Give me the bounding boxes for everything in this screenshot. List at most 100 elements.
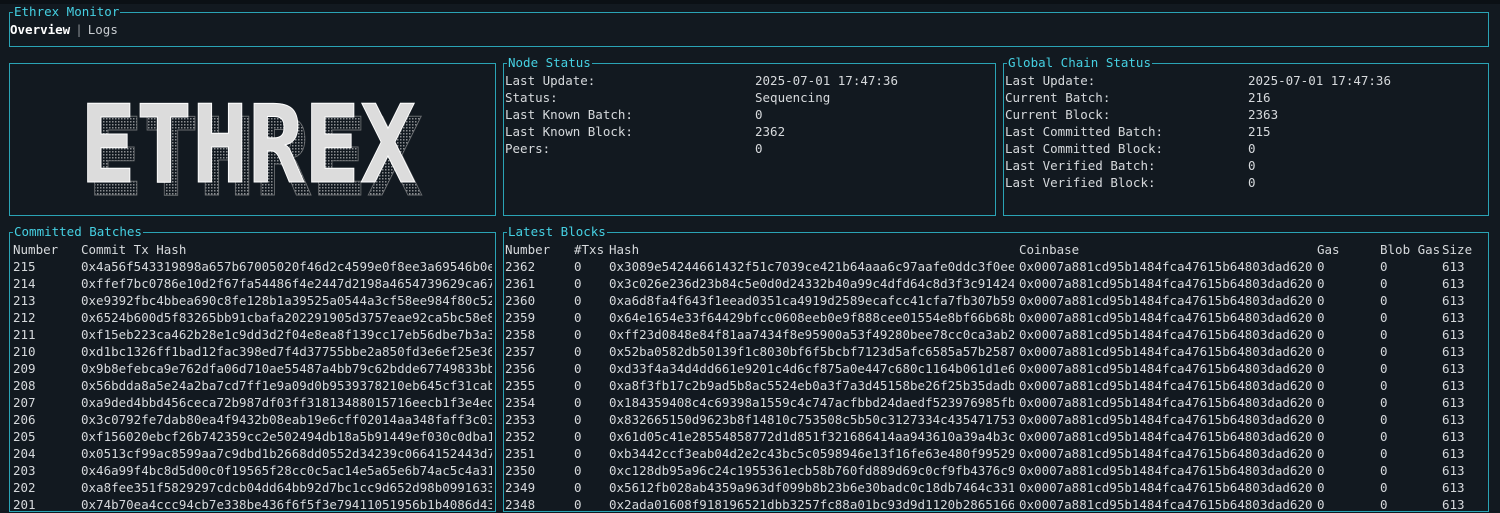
column-header-hash: Hash	[609, 242, 640, 257]
node-status-title: Node Status	[507, 55, 592, 71]
commit-tx-hash: 0xd1bc1326ff1bad12fac398ed7f4d37755bbe2a…	[81, 344, 492, 359]
table-row: 2353 0 0x832665150d9623b8f14810c753508c5b5…	[504, 411, 1488, 428]
batch-number: 201	[13, 497, 36, 512]
block-hash: 0xa6d8fa4f643f1eead0351ca4919d2589ecafcc…	[609, 293, 1014, 308]
block-blob-gas: 0	[1380, 480, 1388, 495]
block-number: 2359	[505, 310, 536, 325]
block-blob-gas: 0	[1380, 497, 1388, 512]
block-coinbase: 0x0007a881cd95b1484fca47615b64803dad620c…	[1019, 327, 1313, 342]
block-hash: 0xa8f3fb17c2b9ad5b8ac5524eb0a3f7a3d45158…	[609, 378, 1014, 393]
block-number: 2353	[505, 412, 536, 427]
block-gas: 0	[1317, 310, 1325, 325]
block-hash: 0x52ba0582db50139f1c8030bf6f5bcbf7123d5a…	[609, 344, 1014, 359]
table-row: 2357 0 0x52ba0582db50139f1c8030bf6f5bcbf71…	[504, 343, 1488, 360]
block-number: 2360	[505, 293, 536, 308]
block-hash: 0x3c026e236d23b84c5e0d0d24332b40a99c4dfd…	[609, 276, 1014, 291]
status-label: Last Known Block:	[505, 124, 633, 139]
status-label: Last Known Batch:	[505, 107, 633, 122]
batch-number: 210	[13, 344, 36, 359]
committed-batches-header: Number Commit Tx Hash	[10, 241, 495, 258]
column-header-size: Size	[1442, 242, 1473, 257]
batch-number: 209	[13, 361, 36, 376]
table-row: 201 0x74b70ea4ccc94cb7e338be436f6f5f3e794…	[10, 496, 495, 513]
commit-tx-hash: 0x56bdda8a5e24a2ba7cd7ff1e9a09d0b9539378…	[81, 378, 492, 393]
block-size: 613	[1442, 259, 1465, 274]
commit-tx-hash: 0x74b70ea4ccc94cb7e338be436f6f5f3e794110…	[81, 497, 492, 512]
header-panel: Ethrex Monitor	[9, 4, 1489, 47]
status-row: Current Batch: 216	[1004, 89, 1488, 106]
block-tx-count: 0	[574, 480, 582, 495]
block-blob-gas: 0	[1380, 310, 1388, 325]
status-value: 0	[1248, 158, 1256, 173]
block-number: 2358	[505, 327, 536, 342]
tab-logs[interactable]: Logs	[88, 22, 118, 37]
block-gas: 0	[1317, 378, 1325, 393]
block-blob-gas: 0	[1380, 412, 1388, 427]
block-coinbase: 0x0007a881cd95b1484fca47615b64803dad620c…	[1019, 395, 1313, 410]
block-blob-gas: 0	[1380, 463, 1388, 478]
table-row: 209 0x9b8efebca9e762dfa06d710ae55487a4bb7…	[10, 360, 495, 377]
status-label: Status:	[505, 90, 558, 105]
logo-text: ETHREX	[80, 83, 416, 208]
node-status-panel: Node Status Last Update: 2025-07-01 17:47…	[503, 55, 996, 216]
block-number: 2351	[505, 446, 536, 461]
latest-blocks-panel: Latest Blocks Number #Txs Hash Coinbase …	[503, 224, 1489, 512]
block-tx-count: 0	[574, 259, 582, 274]
block-hash: 0x3089e54244661432f51c7039ce421b64aaa6c9…	[609, 259, 1014, 274]
block-tx-count: 0	[574, 327, 582, 342]
block-hash: 0xff23d0848e84f81aa7434f8e95900a53f49280…	[609, 327, 1014, 342]
tab-overview[interactable]: Overview	[10, 22, 70, 37]
block-gas: 0	[1317, 327, 1325, 342]
block-size: 613	[1442, 446, 1465, 461]
table-row: 213 0xe9392fbc4bbea690c8fe128b1a39525a054…	[10, 292, 495, 309]
commit-tx-hash: 0x3c0792fe7dab80ea4f9432b08eab19e6cff020…	[81, 412, 492, 427]
block-gas: 0	[1317, 259, 1325, 274]
block-number: 2350	[505, 463, 536, 478]
block-gas: 0	[1317, 276, 1325, 291]
block-number: 2356	[505, 361, 536, 376]
table-row: 208 0x56bdda8a5e24a2ba7cd7ff1e9a09d0b9539…	[10, 377, 495, 394]
block-blob-gas: 0	[1380, 361, 1388, 376]
block-hash: 0xc128db95a96c24c1955361ecb58b760fd889d6…	[609, 463, 1014, 478]
status-row: Last Committed Block: 0	[1004, 140, 1488, 157]
status-value: 2025-07-01 17:47:36	[755, 73, 898, 88]
table-row: 2361 0 0x3c026e236d23b84c5e0d0d24332b40a99…	[504, 275, 1488, 292]
committed-batches-title: Committed Batches	[13, 224, 143, 240]
column-header-number: Number	[505, 242, 551, 257]
batch-number: 207	[13, 395, 36, 410]
commit-tx-hash: 0xf156020ebcf26b742359cc2e502494db18a5b9…	[81, 429, 492, 444]
tab-separator: |	[75, 22, 83, 37]
block-size: 613	[1442, 361, 1465, 376]
status-value: 2362	[755, 124, 786, 139]
block-coinbase: 0x0007a881cd95b1484fca47615b64803dad620c…	[1019, 361, 1313, 376]
block-gas: 0	[1317, 344, 1325, 359]
block-coinbase: 0x0007a881cd95b1484fca47615b64803dad620c…	[1019, 463, 1313, 478]
block-tx-count: 0	[574, 293, 582, 308]
table-row: 207 0xa9ded4bbd456ceca72b987df03ff3181348…	[10, 394, 495, 411]
status-label: Current Block:	[1005, 107, 1111, 122]
block-tx-count: 0	[574, 344, 582, 359]
column-header-coinbase: Coinbase	[1019, 242, 1080, 257]
status-label: Last Update:	[505, 73, 596, 88]
block-gas: 0	[1317, 463, 1325, 478]
table-row: 2354 0 0x184359408c4c69398a1559c4c747acfbb…	[504, 394, 1488, 411]
table-row: 205 0xf156020ebcf26b742359cc2e502494db18a…	[10, 428, 495, 445]
block-coinbase: 0x0007a881cd95b1484fca47615b64803dad620c…	[1019, 497, 1313, 512]
block-blob-gas: 0	[1380, 429, 1388, 444]
table-row: 2359 0 0x64e1654e33f64429bfcc0608eeb0e9f88…	[504, 309, 1488, 326]
block-tx-count: 0	[574, 412, 582, 427]
status-value: 2363	[1248, 107, 1279, 122]
table-row: 2360 0 0xa6d8fa4f643f1eead0351ca4919d2589e…	[504, 292, 1488, 309]
status-row: Last Known Batch: 0	[504, 106, 995, 123]
status-row: Last Committed Batch: 215	[1004, 123, 1488, 140]
table-row: 212 0x6524b600d5f83265bb91cbafa202291905d…	[10, 309, 495, 326]
batch-number: 215	[13, 259, 36, 274]
commit-tx-hash: 0x0513cf99ac8599aa7c9dbd1b2668dd0552d342…	[81, 446, 492, 461]
block-coinbase: 0x0007a881cd95b1484fca47615b64803dad620c…	[1019, 429, 1313, 444]
block-gas: 0	[1317, 429, 1325, 444]
column-header-gas: Gas	[1317, 242, 1340, 257]
block-hash: 0x61d05c41e28554858772d1d851f321686414aa…	[609, 429, 1014, 444]
block-size: 613	[1442, 497, 1465, 512]
block-blob-gas: 0	[1380, 276, 1388, 291]
column-header-number: Number	[13, 242, 59, 257]
